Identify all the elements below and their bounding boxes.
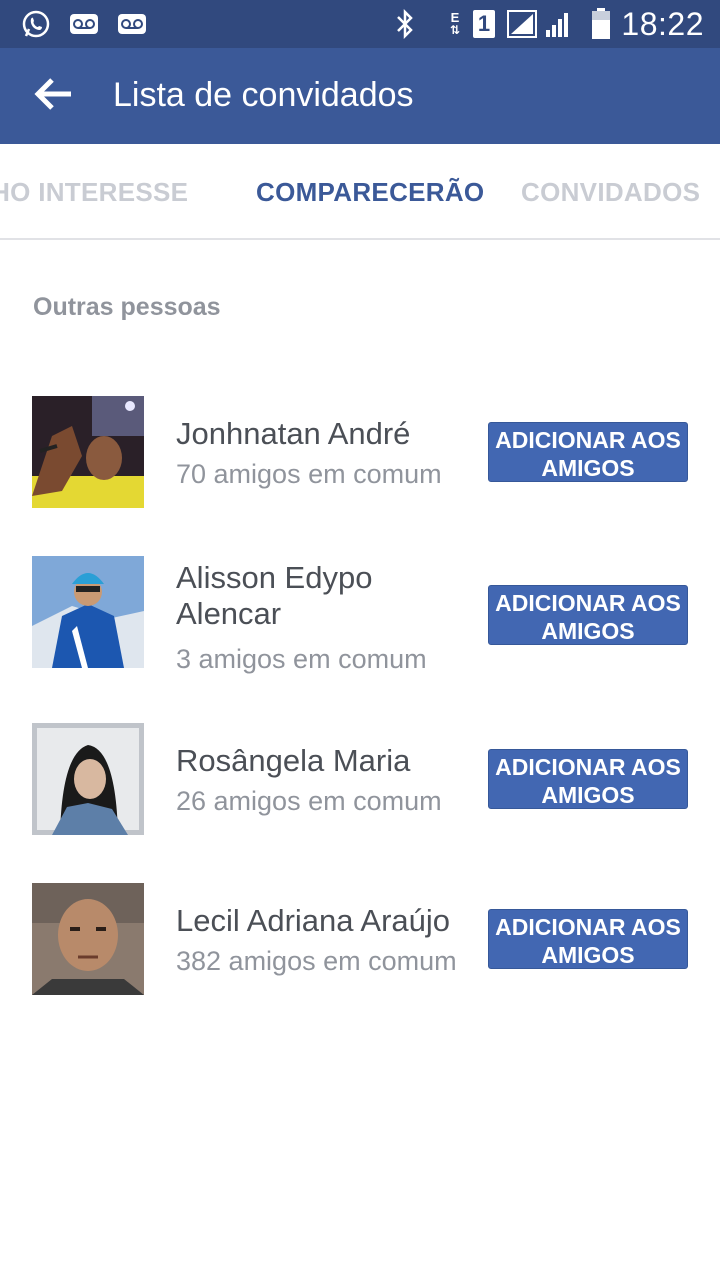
avatar[interactable] bbox=[32, 396, 144, 508]
bluetooth-icon bbox=[392, 8, 418, 40]
avatar[interactable] bbox=[32, 723, 144, 835]
avatar[interactable] bbox=[32, 883, 144, 995]
voicemail-icon bbox=[68, 8, 100, 40]
tab-invited[interactable]: CONVIDADOS bbox=[521, 177, 700, 208]
mutual-friends-count: 3 amigos em comum bbox=[176, 644, 427, 674]
person-name[interactable]: Alisson Edypo Alencar bbox=[176, 560, 476, 632]
list-item: Jonhnatan André 70 amigos em comum ADICI… bbox=[0, 396, 720, 508]
add-friend-button[interactable]: ADICIONAR AOS AMIGOS bbox=[488, 909, 688, 969]
status-bar: E ⇅ 1 18:22 bbox=[0, 0, 720, 48]
add-friend-button[interactable]: ADICIONAR AOS AMIGOS bbox=[488, 585, 688, 645]
battery-icon bbox=[590, 8, 612, 40]
signal-icon bbox=[544, 8, 572, 40]
sim-1-icon: 1 bbox=[472, 8, 496, 40]
voicemail-icon bbox=[116, 8, 148, 40]
app-bar: Lista de convidados bbox=[0, 48, 720, 144]
sim-number: 1 bbox=[473, 10, 495, 38]
mutual-friends-count: 70 amigos em comum bbox=[176, 459, 442, 489]
tab-bar: NHO INTERESSE COMPARECERÃO CONVIDADOS bbox=[0, 144, 720, 240]
person-name[interactable]: Rosângela Maria bbox=[176, 743, 476, 779]
page-title: Lista de convidados bbox=[113, 76, 414, 114]
add-friend-button[interactable]: ADICIONAR AOS AMIGOS bbox=[488, 422, 688, 482]
back-button[interactable] bbox=[28, 72, 80, 120]
avatar[interactable] bbox=[32, 556, 144, 668]
section-title: Outras pessoas bbox=[33, 293, 221, 321]
mutual-friends-count: 26 amigos em comum bbox=[176, 786, 442, 816]
add-friend-button[interactable]: ADICIONAR AOS AMIGOS bbox=[488, 749, 688, 809]
list-item: Lecil Adriana Araújo 382 amigos em comum… bbox=[0, 883, 720, 995]
tab-attending[interactable]: COMPARECERÃO bbox=[256, 177, 484, 208]
mutual-friends-count: 382 amigos em comum bbox=[176, 946, 457, 976]
list-item: Rosângela Maria 26 amigos em comum ADICI… bbox=[0, 723, 720, 835]
list-item: Alisson Edypo Alencar 3 amigos em comum … bbox=[0, 556, 720, 674]
clock: 18:22 bbox=[621, 6, 704, 42]
arrow-left-icon bbox=[34, 77, 74, 116]
data-e-icon: E ⇅ bbox=[449, 10, 461, 37]
tab-interested[interactable]: NHO INTERESSE bbox=[0, 177, 188, 208]
person-name[interactable]: Jonhnatan André bbox=[176, 416, 476, 452]
person-name[interactable]: Lecil Adriana Araújo bbox=[176, 903, 476, 939]
signal-icon bbox=[506, 8, 538, 40]
whatsapp-icon bbox=[20, 8, 52, 40]
